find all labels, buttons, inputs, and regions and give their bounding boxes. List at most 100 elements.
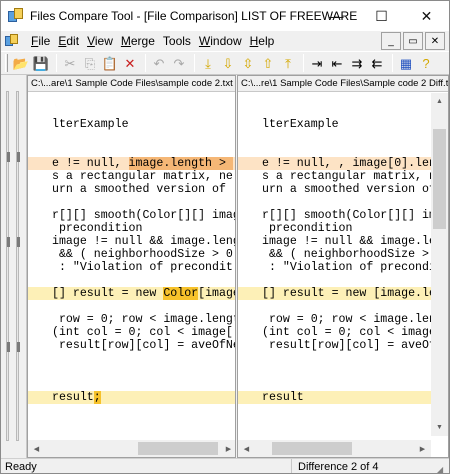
- diff-code-line[interactable]: result;: [28, 391, 235, 404]
- code-line[interactable]: (int col = 0; col < image[: [238, 326, 448, 339]
- document-icon[interactable]: [5, 34, 21, 48]
- save-button[interactable]: 💾: [32, 54, 50, 72]
- menu-help[interactable]: Help: [246, 31, 279, 51]
- left-code-view[interactable]: lterExample e != null, image.length > s a…: [28, 93, 235, 436]
- code-line[interactable]: urn a smoothed version of: [238, 183, 448, 196]
- copy-to-left-icon: ⇤: [331, 55, 343, 71]
- code-text: urn a smoothed version of: [52, 183, 233, 196]
- document-restore-button[interactable]: ▭: [403, 32, 423, 50]
- copy-button[interactable]: ⎘: [81, 54, 99, 72]
- options-button[interactable]: ▦: [397, 54, 415, 72]
- code-text: r[][] smooth(Color[][] imag: [262, 209, 448, 222]
- document-close-button[interactable]: ✕: [425, 32, 445, 50]
- code-line[interactable]: result[row][col] = aveOfNe: [238, 339, 448, 352]
- copy-right-advance-button[interactable]: ⇉: [348, 54, 366, 72]
- code-text: precondition: [52, 222, 143, 235]
- toolbar-separator: [145, 54, 146, 72]
- code-text: && ( neighborhoodSize > 0: [262, 248, 443, 261]
- toolbar-grip[interactable]: [5, 54, 8, 72]
- main-window: Files Compare Tool - [File Comparison] L…: [0, 0, 450, 474]
- location-pane[interactable]: [1, 75, 27, 458]
- menu-merge[interactable]: Merge: [117, 31, 159, 51]
- left-hscroll-thumb[interactable]: [138, 442, 218, 455]
- redo-button[interactable]: ↷: [170, 54, 188, 72]
- minimize-button[interactable]: —: [314, 1, 359, 31]
- toolbar-separator: [303, 54, 304, 72]
- right-horizontal-scrollbar[interactable]: ◀ ▶: [238, 440, 431, 457]
- menu-file[interactable]: File: [27, 31, 54, 51]
- code-text: lterExample: [52, 118, 129, 131]
- right-hscroll-thumb[interactable]: [272, 442, 352, 455]
- right-vertical-scrollbar[interactable]: ▲ ▼: [431, 93, 448, 436]
- next-difference-icon: ⇩: [222, 55, 234, 71]
- delete-button[interactable]: ✕: [121, 54, 139, 72]
- left-horizontal-scrollbar[interactable]: ◀ ▶: [28, 440, 235, 457]
- scroll-right-arrow-icon[interactable]: ▶: [220, 440, 235, 457]
- right-vscroll-thumb[interactable]: [433, 129, 446, 229]
- last-difference-button[interactable]: ⤒: [279, 54, 297, 72]
- paste-button[interactable]: 📋: [101, 54, 119, 72]
- current-difference-button[interactable]: ⇳: [239, 54, 257, 72]
- diff-code-line[interactable]: [] result = new [image.leng: [238, 287, 448, 300]
- code-line[interactable]: r[][] smooth(Color[][] imag: [238, 209, 448, 222]
- code-line[interactable]: lterExample: [28, 118, 235, 131]
- code-line[interactable]: urn a smoothed version of: [28, 183, 235, 196]
- code-line[interactable]: precondition: [238, 222, 448, 235]
- right-location-strip[interactable]: [16, 91, 20, 441]
- copy-to-right-button[interactable]: ⇥: [308, 54, 326, 72]
- code-line[interactable]: row = 0; row < image.lengt: [28, 313, 235, 326]
- first-difference-icon: ⤓: [205, 55, 211, 71]
- scroll-left-arrow-icon[interactable]: ◀: [28, 440, 45, 457]
- menu-edit[interactable]: Edit: [54, 31, 83, 51]
- code-text: s a rectangular matrix, ne: [262, 170, 443, 183]
- code-line[interactable]: r[][] smooth(Color[][] imag: [28, 209, 235, 222]
- previous-difference-button[interactable]: ⇧: [259, 54, 277, 72]
- resize-grip-icon[interactable]: ◢: [437, 462, 447, 473]
- menu-window[interactable]: Window: [195, 31, 246, 51]
- cut-button[interactable]: ✂: [61, 54, 79, 72]
- code-line[interactable]: row = 0; row < image.lengt: [238, 313, 448, 326]
- diff-code-line[interactable]: [] result = new Color[image: [28, 287, 235, 300]
- code-line[interactable]: : "Violation of precondit: [28, 261, 235, 274]
- code-line[interactable]: image != null && image.lengt: [28, 235, 235, 248]
- document-minimize-button[interactable]: _: [381, 32, 401, 50]
- code-text: image != null && image.lengt: [52, 235, 235, 248]
- code-line[interactable]: image != null && image.lengt: [238, 235, 448, 248]
- menu-view[interactable]: View: [83, 31, 117, 51]
- left-diff-marker: [7, 152, 10, 162]
- help-button[interactable]: ?: [417, 54, 435, 72]
- code-line[interactable]: lterExample: [238, 118, 448, 131]
- app-icon[interactable]: [8, 8, 24, 24]
- scroll-left-arrow-icon[interactable]: ◀: [238, 440, 255, 457]
- maximize-button[interactable]: ☐: [359, 1, 404, 31]
- toolbar-separator: [194, 54, 195, 72]
- code-line[interactable]: s a rectangular matrix, ne: [28, 170, 235, 183]
- diff-code-line[interactable]: e != null, , image[0].leng: [238, 157, 448, 170]
- diff-code-line[interactable]: e != null, image.length >: [28, 157, 235, 170]
- scroll-up-arrow-icon[interactable]: ▲: [431, 93, 448, 110]
- left-location-strip[interactable]: [6, 91, 10, 441]
- code-line[interactable]: && ( neighborhoodSize > 0: [28, 248, 235, 261]
- open-button[interactable]: 📂: [12, 54, 30, 72]
- code-line[interactable]: precondition: [28, 222, 235, 235]
- diff-code-line[interactable]: result: [238, 391, 448, 404]
- next-difference-button[interactable]: ⇩: [219, 54, 237, 72]
- code-line[interactable]: s a rectangular matrix, ne: [238, 170, 448, 183]
- toolbar-separator: [392, 54, 393, 72]
- right-code-view[interactable]: lterExample e != null, , image[0].leng s a…: [238, 93, 448, 436]
- changed-text-highlight: Color: [163, 287, 199, 300]
- delete-icon: ✕: [124, 55, 136, 71]
- copy-left-advance-button[interactable]: ⇇: [368, 54, 386, 72]
- code-line[interactable]: result[row][col] = aveOfNe: [28, 339, 235, 352]
- code-line[interactable]: && ( neighborhoodSize > 0: [238, 248, 448, 261]
- undo-button[interactable]: ↶: [150, 54, 168, 72]
- menu-tools[interactable]: Tools: [159, 31, 195, 51]
- copy-to-left-button[interactable]: ⇤: [328, 54, 346, 72]
- scroll-right-arrow-icon[interactable]: ▶: [414, 440, 431, 457]
- close-button[interactable]: ✕: [404, 1, 449, 31]
- code-line[interactable]: (int col = 0; col < image[: [28, 326, 235, 339]
- code-line[interactable]: : "Violation of precondit: [238, 261, 448, 274]
- scroll-down-arrow-icon[interactable]: ▼: [431, 419, 448, 436]
- code-text: && ( neighborhoodSize > 0: [52, 248, 233, 261]
- first-difference-button[interactable]: ⤓: [199, 54, 217, 72]
